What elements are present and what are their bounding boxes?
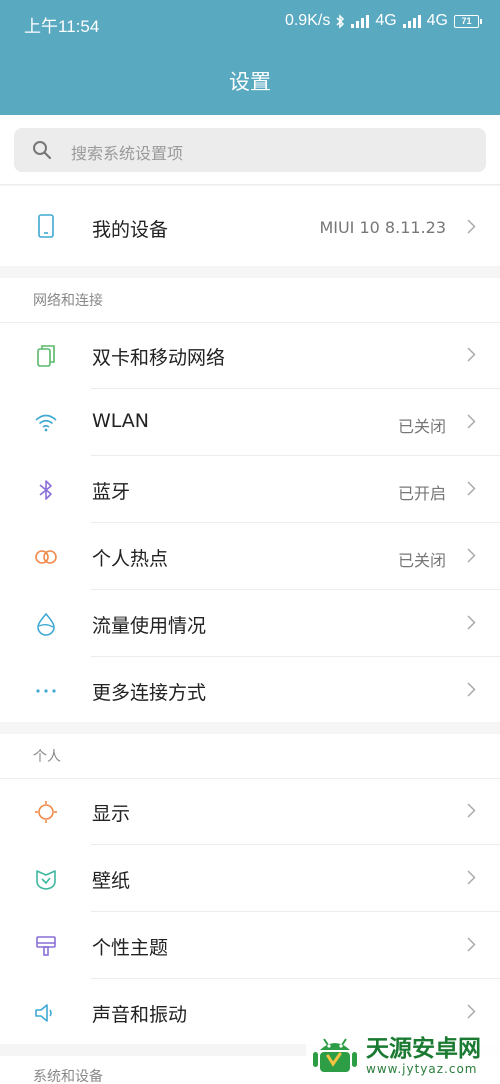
row-wlan[interactable]: WLAN 已关闭 [0, 389, 500, 456]
phone-icon [38, 214, 54, 238]
page-title: 设置 [229, 70, 271, 94]
row-more-connections[interactable]: 更多连接方式 [0, 657, 500, 724]
bluetooth-icon [39, 480, 52, 500]
row-status: 已关闭 [397, 551, 446, 570]
hotspot-icon [35, 550, 57, 564]
row-bluetooth[interactable]: 蓝牙 已开启 [0, 456, 500, 523]
row-dual-sim[interactable]: 双卡和移动网络 [0, 322, 500, 389]
status-time: 上午11:54 [24, 17, 100, 36]
row-data-usage[interactable]: 流量使用情况 [0, 590, 500, 657]
app-header: 上午11:54 0.9K/s 4G 4G 71 设置 [0, 0, 500, 115]
signal-icon [351, 14, 370, 28]
row-label: WLAN [92, 410, 150, 432]
watermark: 天源安卓网 www.jytyaz.com [306, 1028, 500, 1084]
row-status: 已开启 [397, 484, 446, 503]
section-header-network: 网络和连接 [33, 293, 103, 309]
sound-icon [35, 1004, 52, 1022]
personal-section: 个人 显示 壁纸 个性主题 声音和振动 [0, 734, 500, 1044]
display-icon [35, 801, 57, 823]
section-header-personal: 个人 [33, 749, 61, 765]
chevron-right-icon [467, 870, 476, 885]
chevron-right-icon [467, 219, 476, 234]
chevron-right-icon [467, 682, 476, 697]
device-section: 我的设备 MIUI 10 8.11.23 [0, 186, 500, 266]
section-gap [0, 266, 500, 278]
battery-level: 71 [454, 14, 479, 28]
signal-icon-2 [402, 14, 421, 28]
chevron-right-icon [467, 937, 476, 952]
more-icon [36, 689, 56, 693]
network-type-1: 4G [375, 12, 397, 29]
watermark-title: 天源安卓网 [366, 1036, 481, 1062]
status-indicators: 0.9K/s 4G 4G 71 [285, 12, 482, 30]
row-label: 声音和振动 [92, 1004, 188, 1026]
row-label: 个人热点 [92, 548, 169, 570]
chevron-right-icon [467, 615, 476, 630]
search-icon [33, 141, 52, 160]
row-status: 已关闭 [397, 417, 446, 436]
row-label: 流量使用情况 [92, 615, 207, 637]
row-themes[interactable]: 个性主题 [0, 912, 500, 979]
row-label: 双卡和移动网络 [92, 347, 226, 369]
row-label: 更多连接方式 [92, 682, 207, 704]
row-label: 蓝牙 [92, 481, 131, 503]
section-gap [0, 722, 500, 734]
row-label: 显示 [92, 803, 131, 825]
chevron-right-icon [467, 803, 476, 818]
chevron-right-icon [467, 347, 476, 362]
row-label: 壁纸 [92, 870, 131, 892]
wifi-icon [35, 414, 57, 432]
network-type-2: 4G [426, 12, 448, 29]
network-section: 网络和连接 双卡和移动网络 WLAN 已关闭 蓝牙 已开启 个人热点 已关闭 流… [0, 278, 500, 722]
row-label: 个性主题 [92, 937, 169, 959]
my-device-label: 我的设备 [92, 219, 169, 241]
watermark-url: www.jytyaz.com [366, 1062, 478, 1076]
bluetooth-status-icon [336, 13, 345, 29]
search-input[interactable]: 搜索系统设置项 [14, 128, 486, 172]
search-placeholder: 搜索系统设置项 [71, 144, 184, 163]
my-device-version: MIUI 10 8.11.23 [319, 218, 446, 237]
wallpaper-icon [36, 870, 56, 890]
chevron-right-icon [467, 1004, 476, 1019]
net-speed: 0.9K/s [284, 12, 331, 29]
theme-icon [36, 936, 56, 956]
my-device-row[interactable]: 我的设备 MIUI 10 8.11.23 [0, 186, 500, 266]
chevron-right-icon [467, 414, 476, 429]
search-area: 搜索系统设置项 [0, 115, 500, 185]
chevron-right-icon [467, 481, 476, 496]
data-usage-icon [37, 612, 55, 636]
chevron-right-icon [467, 548, 476, 563]
battery-icon: 71 [454, 14, 482, 28]
android-logo-icon [313, 1038, 357, 1072]
row-display[interactable]: 显示 [0, 778, 500, 845]
row-hotspot[interactable]: 个人热点 已关闭 [0, 523, 500, 590]
row-wallpaper[interactable]: 壁纸 [0, 845, 500, 912]
sim-icon [37, 345, 55, 367]
